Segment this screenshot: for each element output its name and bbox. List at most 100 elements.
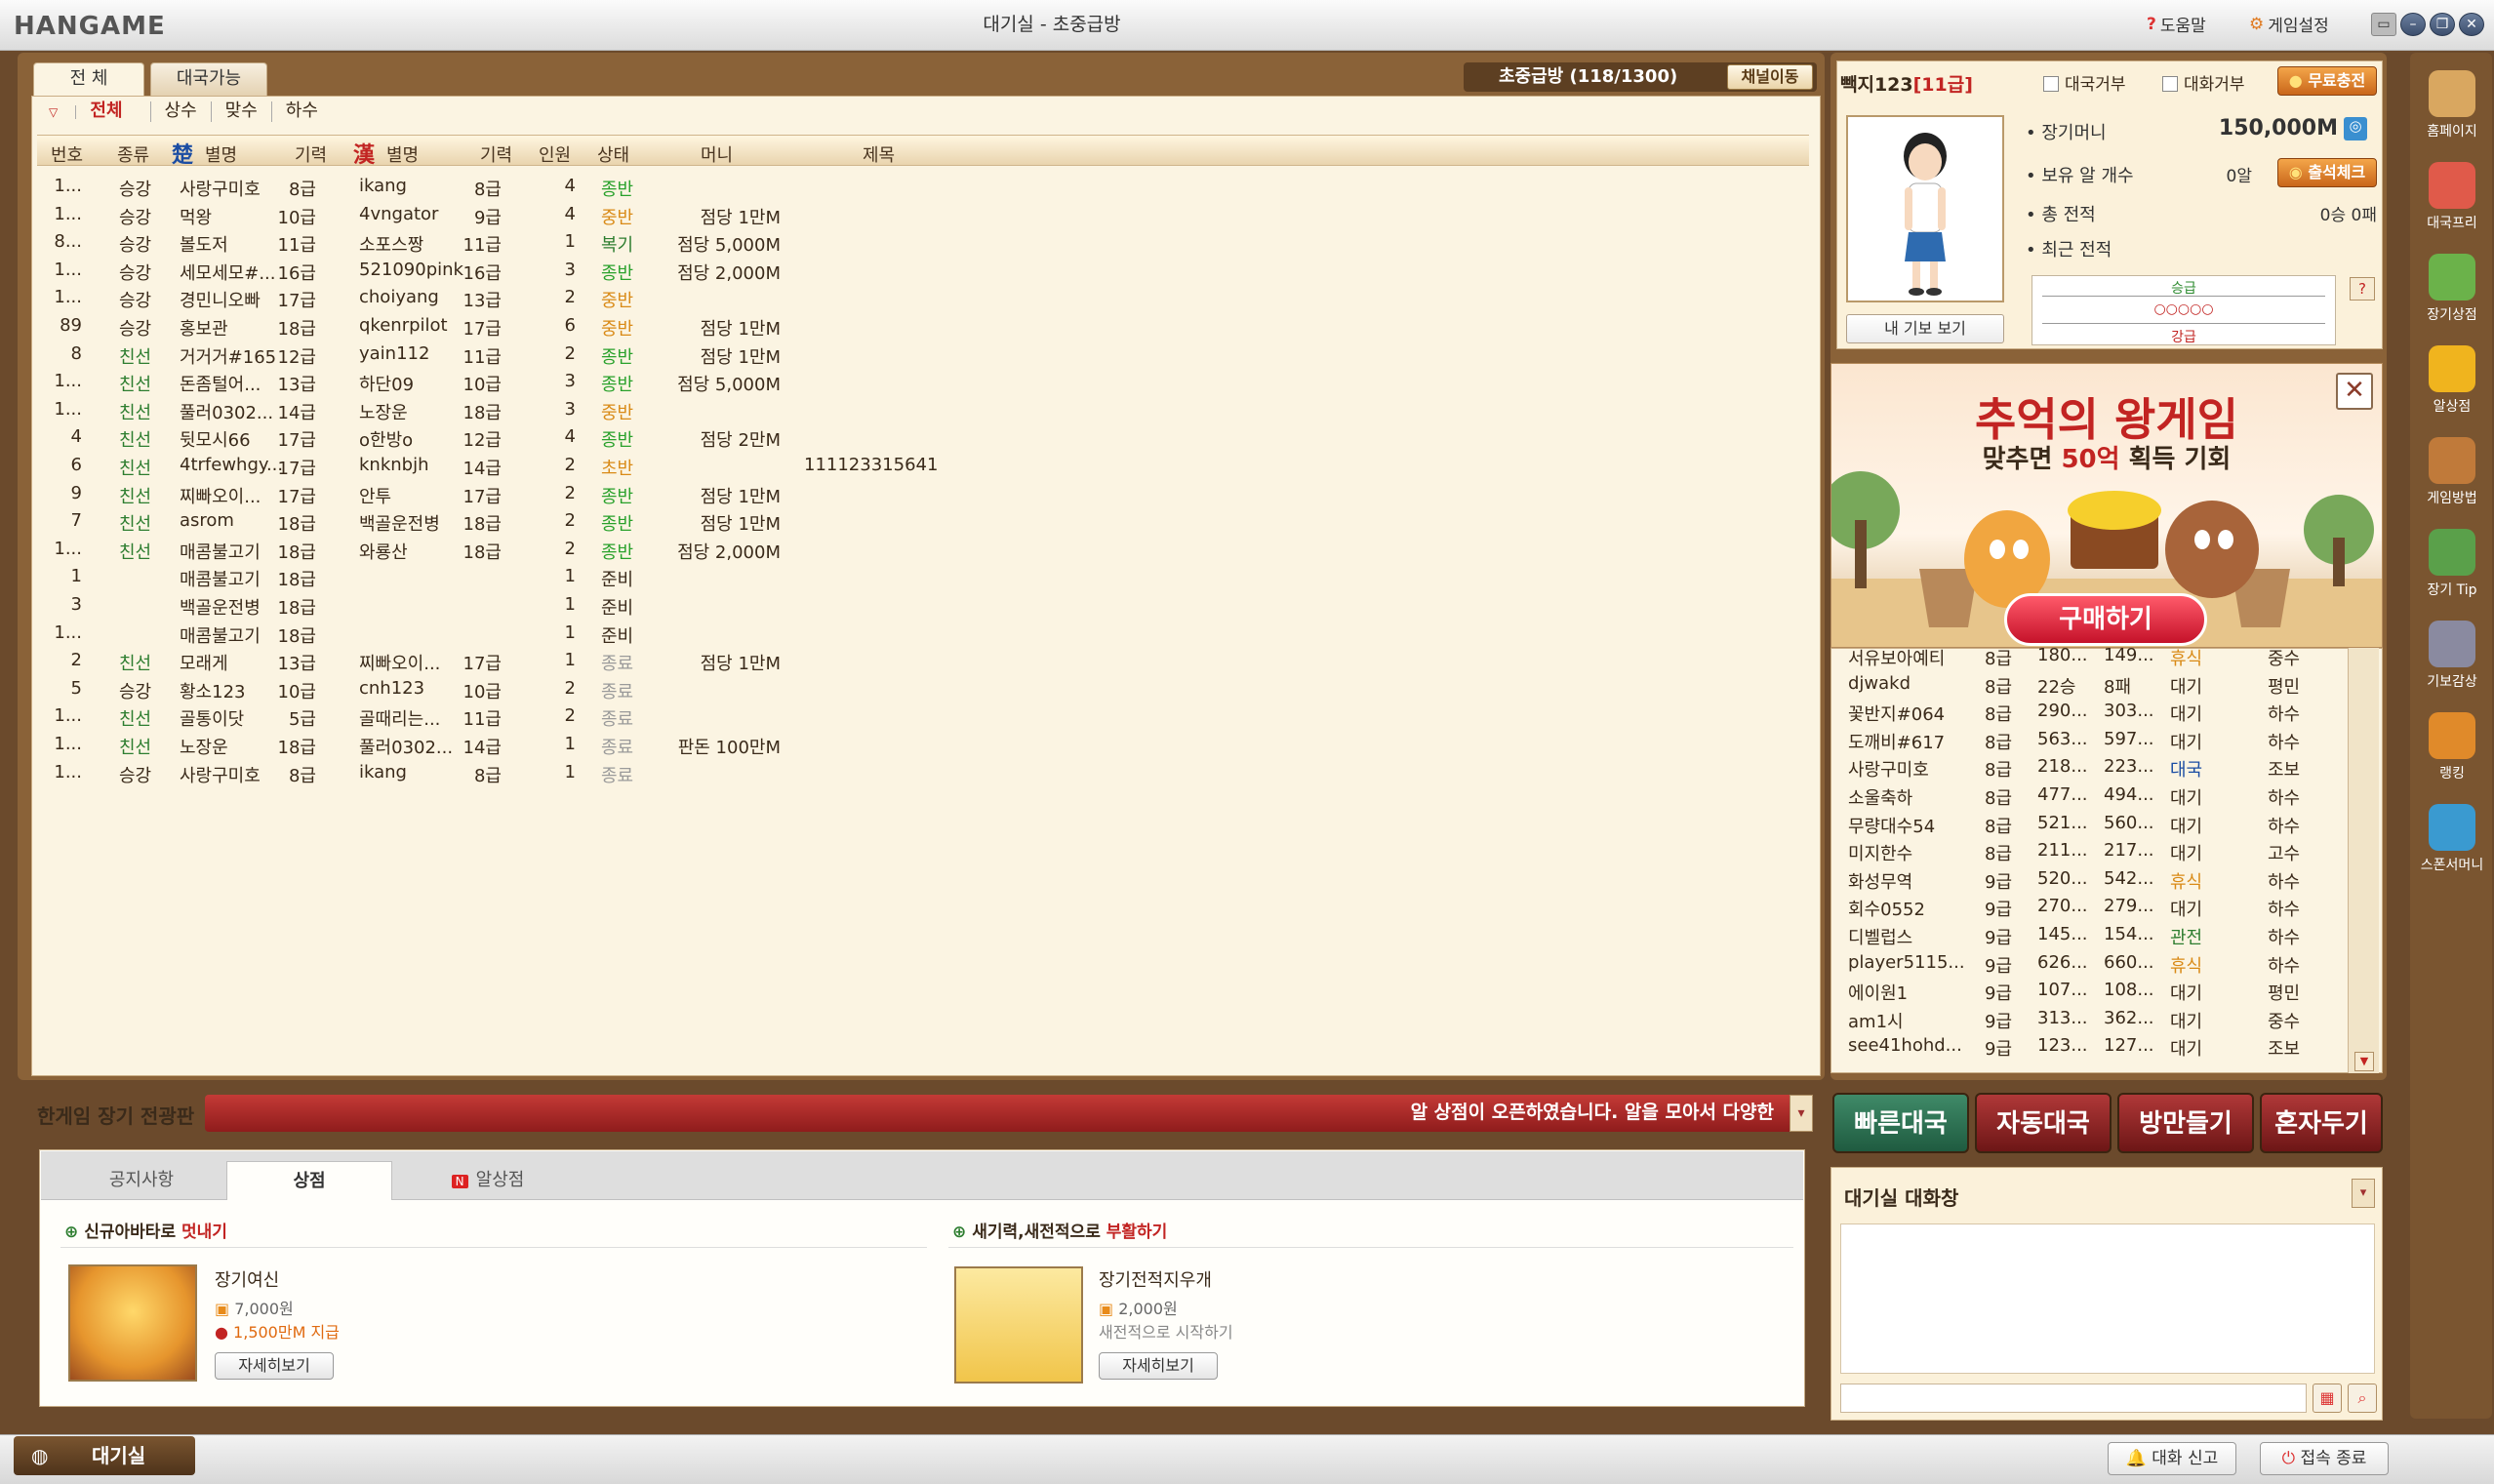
- user-list-item[interactable]: 도깨비#617 8급 563... 597... 대기 하수: [1848, 726, 2355, 754]
- table-row[interactable]: 1... 매콤불고기 18급 1 준비: [37, 619, 1110, 647]
- emoticon-icon[interactable]: ▦: [2313, 1384, 2342, 1413]
- table-row[interactable]: 8 친선 거거거#165 12급 yain112 11급 2 종반 점당 1만M: [37, 340, 1110, 368]
- user-list-item[interactable]: djwakd 8급 22승 8패 대기 평민: [1848, 670, 2355, 699]
- filter-all[interactable]: ▽ 전체: [35, 101, 151, 122]
- header-money[interactable]: 머니: [701, 141, 733, 167]
- tab-match[interactable]: 대국가능: [150, 62, 267, 96]
- help-link[interactable]: ? 도움말: [2147, 12, 2206, 37]
- help-question-icon[interactable]: ?: [2350, 277, 2375, 301]
- chat-messages[interactable]: [1840, 1223, 2375, 1374]
- sidebar-item[interactable]: 장기 Tip: [2416, 523, 2488, 613]
- table-row[interactable]: 1... 승강 먹왕 10급 4vngator 9급 4 중반 점당 1만M: [37, 200, 1110, 228]
- restore-icon[interactable]: ❐: [2430, 13, 2455, 36]
- user-list-item[interactable]: 디벨럽스 9급 145... 154... 관전 하수: [1848, 921, 2355, 949]
- free-charge-button[interactable]: ● 무료충전: [2277, 66, 2377, 96]
- sidebar-item[interactable]: 홈페이지: [2416, 64, 2488, 154]
- user-list-item[interactable]: 에이원1 9급 107... 108... 대기 평민: [1848, 977, 2355, 1005]
- user-list-scrollbar[interactable]: ▼: [2348, 648, 2379, 1073]
- header-state[interactable]: 상태: [597, 141, 629, 167]
- user-list-item[interactable]: 회수0552 9급 270... 279... 대기 하수: [1848, 893, 2355, 921]
- table-row[interactable]: 89 승강 홍보관 18급 qkenrpilot 17급 6 중반 점당 1만M: [37, 311, 1110, 340]
- sidebar-item[interactable]: 스폰서머니: [2416, 798, 2488, 888]
- attendance-button[interactable]: ◉ 출석체크: [2277, 158, 2377, 187]
- table-row[interactable]: 3 백골운전병 18급 1 준비: [37, 590, 1110, 619]
- user-list-item[interactable]: 꽃반지#064 8급 290... 303... 대기 하수: [1848, 698, 2355, 726]
- table-row[interactable]: 1... 승강 경민니오빠 17급 choiyang 13급 2 중반: [37, 283, 1110, 311]
- sidebar-item[interactable]: 랭킹: [2416, 706, 2488, 796]
- table-row[interactable]: 1... 친선 풀러0302... 14급 노장운 18급 3 중반: [37, 395, 1110, 423]
- item-goddess-image[interactable]: [68, 1264, 197, 1382]
- table-row[interactable]: 1... 친선 매콤불고기 18급 와룡산 18급 2 종반 점당 2,000M: [37, 535, 1110, 563]
- mini-mode-button[interactable]: ▭: [2371, 13, 2396, 36]
- user-list-item[interactable]: player5115... 9급 626... 660... 휴식 하수: [1848, 949, 2355, 978]
- table-row[interactable]: 4 친선 뒷모시66 17급 o한방o 12급 4 종반 점당 2만M: [37, 422, 1110, 451]
- avatar[interactable]: [1846, 115, 2004, 302]
- tab-shop[interactable]: 상점: [226, 1161, 392, 1200]
- minimize-icon[interactable]: –: [2400, 13, 2426, 36]
- table-row[interactable]: 8... 승강 볼도저 11급 소포스짱 11급 1 복기 점당 5,000M: [37, 227, 1110, 256]
- table-row[interactable]: 1... 승강 세모세모#... 16급 521090pink 16급 3 종반 점당 2,00…: [37, 256, 1110, 284]
- user-list-item[interactable]: 소울축하 8급 477... 494... 대기 하수: [1848, 782, 2355, 810]
- settings-link[interactable]: ⚙ 게임설정: [2249, 12, 2329, 37]
- auto-game-button[interactable]: 자동대국: [1975, 1093, 2112, 1153]
- table-row[interactable]: 5 승강 황소123 10급 cnh123 10급 2 종료: [37, 674, 1110, 702]
- chat-search-icon[interactable]: ⌕: [2348, 1384, 2377, 1413]
- item-eraser-image[interactable]: [954, 1266, 1083, 1384]
- filter-higher[interactable]: 상수: [151, 101, 212, 122]
- close-icon[interactable]: ✕: [2459, 13, 2484, 36]
- my-gibo-button[interactable]: 내 기보 보기: [1846, 314, 2004, 343]
- lobby-tab[interactable]: ◍ 대기실: [14, 1436, 195, 1475]
- item2-detail-button[interactable]: 자세히보기: [1099, 1352, 1218, 1380]
- sidebar-item[interactable]: 게임방법: [2416, 431, 2488, 521]
- user-list-item[interactable]: 서유보아예티 8급 180... 149... 휴식 중수: [1848, 642, 2355, 670]
- notice-ticker[interactable]: 알 상점이 오픈하였습니다. 알을 모아서 다양한: [205, 1095, 1793, 1132]
- header-cho-level[interactable]: 기력: [295, 141, 327, 167]
- user-list-item[interactable]: see41hohd... 9급 123... 127... 대기 조보: [1848, 1032, 2355, 1061]
- table-row[interactable]: 1... 친선 노장운 18급 풀러0302... 14급 1 종료 판돈 100만M: [37, 730, 1110, 758]
- refresh-icon[interactable]: ◎: [2344, 117, 2367, 140]
- user-list-item[interactable]: 사랑구미호 8급 218... 223... 대국 조보: [1848, 753, 2355, 782]
- sidebar-item[interactable]: 기보감상: [2416, 615, 2488, 704]
- ad-close-icon[interactable]: ✕: [2336, 373, 2373, 410]
- make-room-button[interactable]: 방만들기: [2117, 1093, 2254, 1153]
- tab-notice[interactable]: 공지사항: [59, 1161, 224, 1200]
- header-cho-name[interactable]: 별명: [205, 141, 237, 167]
- sidebar-item[interactable]: 장기상점: [2416, 248, 2488, 338]
- user-list-item[interactable]: 미지한수 8급 211... 217... 대기 고수: [1848, 837, 2355, 865]
- header-people[interactable]: 인원: [539, 141, 571, 167]
- user-list-item[interactable]: am1시 9급 313... 362... 대기 중수: [1848, 1005, 2355, 1033]
- report-chat-button[interactable]: 🔔 대화 신고: [2108, 1442, 2236, 1475]
- reject-game-checkbox[interactable]: 대국거부: [2043, 70, 2126, 95]
- item1-detail-button[interactable]: 자세히보기: [215, 1352, 334, 1380]
- table-row[interactable]: 1... 친선 골통이닷 5급 골때리는... 11급 2 종료: [37, 702, 1110, 730]
- chat-expand-icon[interactable]: ▾: [2352, 1179, 2375, 1208]
- header-han-name[interactable]: 별명: [386, 141, 419, 167]
- header-no[interactable]: 번호: [51, 141, 83, 167]
- notice-expand-icon[interactable]: ▾: [1790, 1095, 1813, 1132]
- table-row[interactable]: 6 친선 4trfewhgy... 17급 knknbjh 14급 2 초반 111123315…: [37, 451, 1110, 479]
- tab-egg-shop[interactable]: N 알상점: [429, 1161, 546, 1200]
- header-han-level[interactable]: 기력: [480, 141, 512, 167]
- user-list-item[interactable]: 화성무역 9급 520... 542... 휴식 하수: [1848, 865, 2355, 894]
- table-row[interactable]: 1... 친선 돈좀털어... 13급 하단09 10급 3 종반 점당 5,000M: [37, 367, 1110, 395]
- tab-all[interactable]: 전 체: [33, 62, 144, 96]
- table-row[interactable]: 1 매콤불고기 18급 1 준비: [37, 562, 1110, 590]
- header-kind[interactable]: 종류: [117, 141, 149, 167]
- table-row[interactable]: 1... 승강 사랑구미호 8급 ikang 8급 1 종료: [37, 758, 1110, 786]
- reject-chat-checkbox[interactable]: 대화거부: [2162, 70, 2245, 95]
- ad-buy-button[interactable]: 구매하기: [2004, 593, 2207, 646]
- header-title[interactable]: 제목: [863, 141, 895, 167]
- sidebar-item[interactable]: 알상점: [2416, 340, 2488, 429]
- channel-move-button[interactable]: 채널이동: [1727, 64, 1813, 90]
- table-row[interactable]: 1... 승강 사랑구미호 8급 ikang 8급 4 종반: [37, 172, 1110, 200]
- filter-lower[interactable]: 하수: [272, 101, 332, 122]
- quick-game-button[interactable]: 빠른대국: [1832, 1093, 1969, 1153]
- sidebar-item[interactable]: 대국프리: [2416, 156, 2488, 246]
- table-row[interactable]: 2 친선 모래게 13급 찌빠오이... 17급 1 종료 점당 1만M: [37, 646, 1110, 674]
- filter-equal[interactable]: 맞수: [212, 101, 272, 122]
- item1-name[interactable]: 장기여신: [215, 1266, 279, 1292]
- exit-button[interactable]: ⏻ 접속 종료: [2260, 1442, 2389, 1475]
- solo-play-button[interactable]: 혼자두기: [2260, 1093, 2383, 1153]
- table-row[interactable]: 7 친선 asrom 18급 백골운전병 18급 2 종반 점당 1만M: [37, 506, 1110, 535]
- chat-input[interactable]: [1840, 1384, 2307, 1413]
